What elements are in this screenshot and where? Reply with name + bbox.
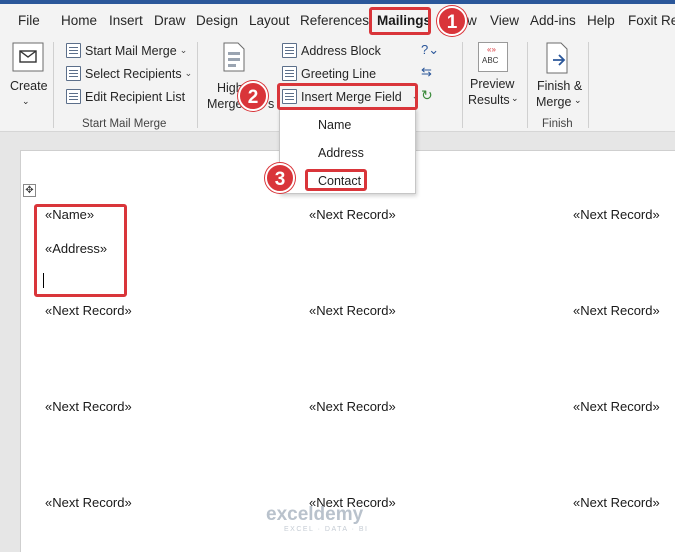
next-record-field[interactable]: «Next Record» — [573, 207, 660, 222]
preview-results-button[interactable]: ABC «» Preview Results ⌄ — [468, 40, 520, 110]
address-block-label: Address Block — [301, 43, 381, 58]
merge-field-dropdown: Name Address Contact — [279, 108, 416, 194]
highlight-label-s: s — [268, 97, 275, 111]
next-record-field[interactable]: «Next Record» — [573, 399, 660, 414]
next-record-field[interactable]: «Next Record» — [573, 303, 660, 318]
start-mail-merge-button[interactable]: Start Mail Merge ⌄ — [66, 43, 187, 58]
finish-merge-icon — [546, 42, 568, 74]
next-record-field[interactable]: «Next Record» — [573, 495, 660, 510]
merge-field-icon — [282, 89, 297, 104]
preview-label-bottom: Results — [468, 93, 510, 107]
select-recipients-label: Select Recipients — [85, 66, 182, 81]
step-badge-3: 3 — [265, 163, 295, 193]
step-badge-1: 1 — [437, 6, 467, 36]
step-badge-2: 2 — [238, 81, 268, 111]
group-label-finish: Finish — [542, 118, 573, 130]
create-button[interactable]: Create ⌄ — [8, 40, 48, 106]
group-label-start-mail-merge: Start Mail Merge — [82, 118, 167, 130]
dropdown-item-address[interactable]: Address — [318, 146, 364, 160]
update-labels-icon[interactable]: ↻ — [421, 87, 433, 104]
next-record-field[interactable]: «Next Record» — [309, 399, 396, 414]
tab-references[interactable]: References — [300, 13, 369, 28]
tab-view[interactable]: View — [490, 13, 519, 28]
preview-abc-text: ABC — [482, 56, 499, 65]
edit-recipient-list-button[interactable]: Edit Recipient List — [66, 89, 185, 104]
greeting-line-label: Greeting Line — [301, 66, 377, 81]
tab-layout[interactable]: Layout — [249, 13, 290, 28]
next-record-field[interactable]: «Next Record» — [45, 399, 132, 414]
finish-label-top: Finish & — [537, 79, 583, 93]
separator — [197, 42, 198, 128]
tab-insert[interactable]: Insert — [109, 13, 143, 28]
greeting-line-icon — [282, 66, 297, 81]
finish-merge-button[interactable]: Finish & Merge ⌄ — [534, 40, 584, 112]
tab-help[interactable]: Help — [587, 13, 615, 28]
table-move-handle-icon[interactable]: ✥ — [23, 184, 36, 197]
separator — [527, 42, 528, 128]
chevron-down-icon: ⌄ — [511, 93, 519, 103]
select-recipients-button[interactable]: Select Recipients ⌄ — [66, 66, 192, 81]
dropdown-item-name[interactable]: Name — [318, 118, 351, 132]
match-fields-icon[interactable]: ⇆ — [421, 64, 432, 80]
next-record-field[interactable]: «Next Record» — [45, 495, 132, 510]
address-block-button[interactable]: Address Block — [282, 43, 381, 58]
merge-field-address[interactable]: «Address» — [45, 241, 107, 256]
chevron-down-icon: ⌄ — [184, 68, 193, 78]
arrows-icon: «» — [487, 45, 496, 54]
dropdown-item-contact[interactable]: Contact — [318, 174, 361, 188]
chevron-down-icon: ⌄ — [411, 91, 420, 101]
next-record-field[interactable]: «Next Record» — [309, 207, 396, 222]
tab-review-partial[interactable]: w — [467, 13, 477, 28]
address-block-icon — [282, 43, 297, 58]
recipients-icon — [66, 66, 81, 81]
tab-draw[interactable]: Draw — [154, 13, 186, 28]
envelope-icon — [12, 42, 44, 72]
mail-merge-icon — [66, 43, 81, 58]
edit-recipient-list-label: Edit Recipient List — [85, 89, 186, 104]
edit-list-icon — [66, 89, 81, 104]
text-cursor — [43, 273, 44, 288]
tab-design[interactable]: Design — [196, 13, 238, 28]
chevron-down-icon: ⌄ — [574, 95, 582, 105]
greeting-line-button[interactable]: Greeting Line — [282, 66, 376, 81]
insert-merge-field-button[interactable]: Insert Merge Field ⌄ — [282, 89, 419, 104]
start-mail-merge-label: Start Mail Merge — [85, 43, 177, 58]
rules-icon[interactable]: ?⌄ — [421, 42, 439, 58]
tab-add-ins[interactable]: Add-ins — [530, 13, 576, 28]
highlight-fields-icon — [223, 42, 245, 72]
insert-merge-field-label: Insert Merge Field — [301, 89, 402, 104]
ribbon-tab-bar: File Home Insert Draw Design Layout Refe… — [0, 4, 675, 39]
chevron-down-icon: ⌄ — [179, 45, 188, 55]
watermark-brand: exceldemy — [266, 504, 364, 525]
tab-file[interactable]: File — [18, 13, 40, 28]
separator — [53, 42, 54, 128]
next-record-field[interactable]: «Next Record» — [45, 303, 132, 318]
merge-field-name[interactable]: «Name» — [45, 207, 94, 222]
preview-label-top: Preview — [470, 77, 515, 91]
separator — [462, 42, 463, 128]
separator — [588, 42, 589, 128]
tab-mailings[interactable]: Mailings — [377, 13, 431, 28]
highlight-label-bottom: Merge — [207, 97, 243, 111]
watermark-tagline: EXCEL · DATA · BI — [284, 526, 369, 533]
tab-foxit[interactable]: Foxit Re — [628, 13, 675, 28]
tab-home[interactable]: Home — [61, 13, 97, 28]
preview-abc-icon: ABC «» — [478, 42, 508, 72]
finish-label-bottom: Merge — [536, 95, 572, 109]
create-label: Create — [10, 79, 48, 93]
chevron-down-icon: ⌄ — [22, 96, 30, 106]
next-record-field[interactable]: «Next Record» — [309, 303, 396, 318]
